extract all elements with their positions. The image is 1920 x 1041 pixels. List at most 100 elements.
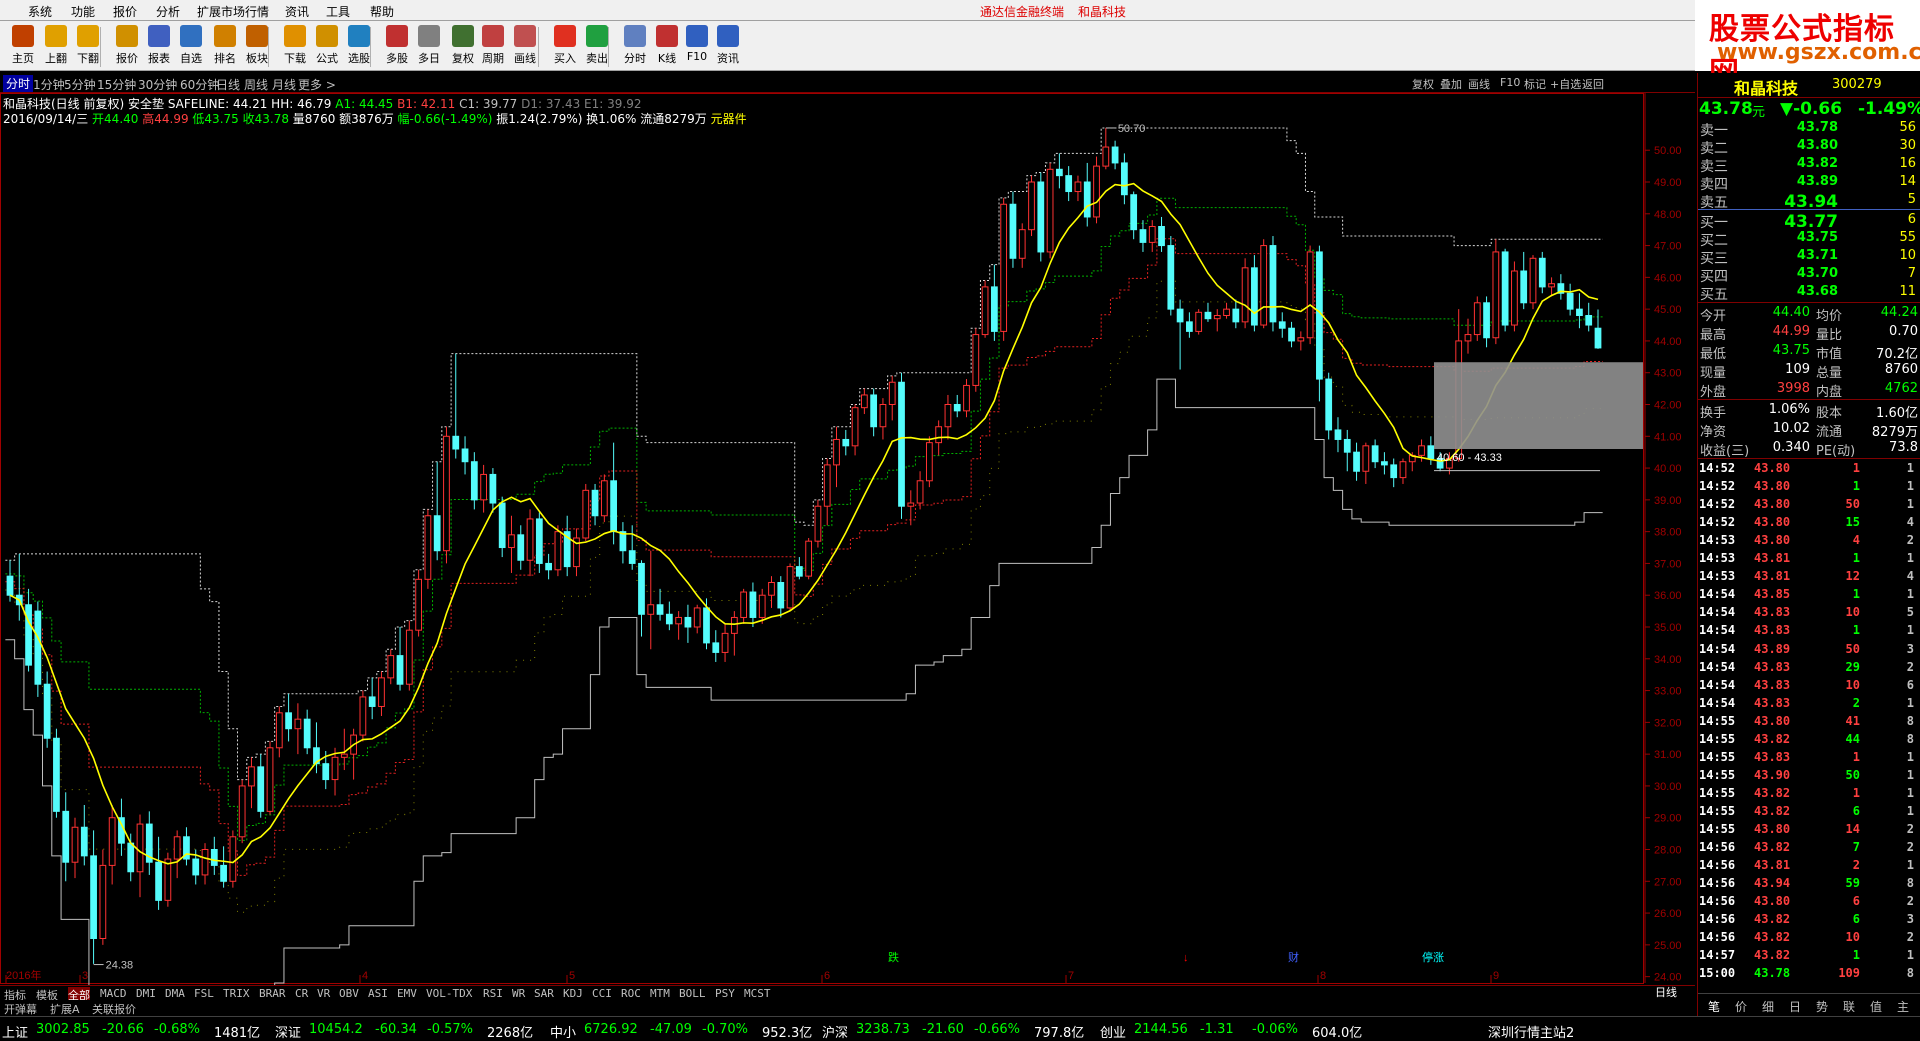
indicator-tab-5[interactable]: DMA <box>165 987 185 1000</box>
tick-row[interactable]: 14:53 43.81 12 4 <box>1698 568 1920 586</box>
indicator-tab-4[interactable]: DMI <box>136 987 156 1000</box>
period-tab-5[interactable]: 60分钟 <box>180 76 219 93</box>
quote-tab-5[interactable]: 联 <box>1843 998 1855 1015</box>
index-value[interactable]: 10454.2 <box>309 1022 363 1037</box>
quote-tab-1[interactable]: 价 <box>1735 998 1747 1015</box>
tick-row[interactable]: 14:54 43.83 10 6 <box>1698 677 1920 695</box>
tick-row[interactable]: 14:55 43.80 14 2 <box>1698 821 1920 839</box>
indicator-tab-3[interactable]: MACD <box>100 987 127 1000</box>
period-tab-4[interactable]: 30分钟 <box>138 76 177 93</box>
chart-tool-6[interactable]: 返回 <box>1582 76 1604 92</box>
tick-row[interactable]: 14:52 43.80 15 4 <box>1698 514 1920 532</box>
tick-row[interactable]: 14:55 43.82 44 8 <box>1698 731 1920 749</box>
indicator-tab-12[interactable]: ASI <box>368 987 388 1000</box>
tick-row[interactable]: 14:55 43.82 6 1 <box>1698 803 1920 821</box>
chart-tool-5[interactable]: +自选 <box>1550 76 1581 92</box>
sector-button[interactable]: 板块 <box>238 25 276 69</box>
menu-function[interactable]: 功能 <box>71 3 95 20</box>
quote-tab-6[interactable]: 值 <box>1870 998 1882 1015</box>
quote-tab-0[interactable]: 笔 <box>1708 998 1720 1015</box>
indicator-tab-17[interactable]: SAR <box>534 987 554 1000</box>
tick-row[interactable]: 14:53 43.80 4 2 <box>1698 532 1920 550</box>
indicator-tab-11[interactable]: OBV <box>339 987 359 1000</box>
period-tab-0[interactable]: 分时 <box>3 75 34 92</box>
chart-tool-0[interactable]: 复权 <box>1412 76 1434 92</box>
quote-tab-3[interactable]: 日 <box>1789 998 1801 1015</box>
menu-system[interactable]: 系统 <box>28 3 52 20</box>
tick-row[interactable]: 14:54 43.83 2 1 <box>1698 695 1920 713</box>
page-down-button[interactable]: 下翻 <box>69 25 107 69</box>
tick-row[interactable]: 14:56 43.80 6 2 <box>1698 893 1920 911</box>
menu-help[interactable]: 帮助 <box>370 3 394 20</box>
tick-row[interactable]: 14:56 43.94 59 8 <box>1698 875 1920 893</box>
kline-chart[interactable]: 50.00 49.00 48.00 47.00 46.00 45.00 44.00 43.00… <box>0 93 1695 1003</box>
tick-row[interactable]: 14:52 43.80 1 1 <box>1698 478 1920 496</box>
stock-select-button[interactable]: 选股 <box>340 25 378 69</box>
indicator-tab-20[interactable]: ROC <box>621 987 641 1000</box>
period-tab-9[interactable]: 更多 > <box>298 76 336 93</box>
indicator-tab-18[interactable]: KDJ <box>563 987 583 1000</box>
menu-analysis[interactable]: 分析 <box>156 3 180 20</box>
index-value[interactable]: 6726.92 <box>584 1022 638 1037</box>
tick-row[interactable]: 14:55 43.90 50 1 <box>1698 767 1920 785</box>
quote-tab-4[interactable]: 势 <box>1816 998 1828 1015</box>
period-tab-2[interactable]: 5分钟 <box>64 76 96 93</box>
indicator-tab-19[interactable]: CCI <box>592 987 612 1000</box>
menu-extended-market[interactable]: 扩展市场行情 <box>197 3 269 20</box>
indicator-tab-21[interactable]: MTM <box>650 987 670 1000</box>
indicator-tab-23[interactable]: PSY <box>715 987 735 1000</box>
tick-row[interactable]: 14:55 43.82 1 1 <box>1698 785 1920 803</box>
tick-row[interactable]: 14:55 43.80 41 8 <box>1698 713 1920 731</box>
tick-row[interactable]: 14:56 43.82 6 3 <box>1698 911 1920 929</box>
menu-quote[interactable]: 报价 <box>113 3 137 20</box>
index-value[interactable]: 3238.73 <box>856 1022 910 1037</box>
menu-tools[interactable]: 工具 <box>326 3 350 20</box>
index-value[interactable]: 2144.56 <box>1134 1022 1188 1037</box>
indicator-tab-22[interactable]: BOLL <box>679 987 706 1000</box>
tick-row[interactable]: 14:52 43.80 50 1 <box>1698 496 1920 514</box>
tick-row[interactable]: 14:54 43.89 50 3 <box>1698 641 1920 659</box>
period-tab-8[interactable]: 月线 <box>272 76 296 93</box>
tick-row[interactable]: 15:00 43.78 109 8 <box>1698 965 1920 983</box>
period-tab-7[interactable]: 周线 <box>244 76 268 93</box>
period-tab-3[interactable]: 15分钟 <box>97 76 136 93</box>
tick-row[interactable]: 14:52 43.80 1 1 <box>1698 460 1920 478</box>
extension-a-tab[interactable]: 扩展A <box>50 1001 80 1017</box>
tick-row[interactable]: 14:54 43.83 1 1 <box>1698 622 1920 640</box>
indicator-tab-15[interactable]: RSI <box>483 987 503 1000</box>
indicator-tab-24[interactable]: MCST <box>744 987 771 1000</box>
quote-tab-7[interactable]: 主 <box>1897 998 1909 1015</box>
index-value[interactable]: 3002.85 <box>36 1022 90 1037</box>
indicator-tab-10[interactable]: VR <box>317 987 330 1000</box>
quote-tab-2[interactable]: 细 <box>1762 998 1774 1015</box>
tick-row[interactable]: 14:56 43.81 2 1 <box>1698 857 1920 875</box>
indicator-tab-7[interactable]: TRIX <box>223 987 250 1000</box>
tick-row[interactable]: 14:54 43.83 10 5 <box>1698 604 1920 622</box>
indicator-tab-14[interactable]: VOL-TDX <box>426 987 472 1000</box>
chart-tool-4[interactable]: 标记 <box>1524 76 1546 92</box>
indicator-tab-13[interactable]: EMV <box>397 987 417 1000</box>
tick-row[interactable]: 14:53 43.81 1 1 <box>1698 550 1920 568</box>
indicator-tab-16[interactable]: WR <box>512 987 525 1000</box>
tick-row[interactable]: 14:55 43.83 1 1 <box>1698 749 1920 767</box>
related-quote-tab[interactable]: 关联报价 <box>92 1001 136 1017</box>
tick-row[interactable]: 14:57 43.82 1 1 <box>1698 947 1920 965</box>
watchlist-button[interactable]: 自选 <box>172 25 210 69</box>
server-name[interactable]: 深圳行情主站2 <box>1488 1022 1574 1041</box>
news-button[interactable]: 资讯 <box>709 25 747 69</box>
period-tab-1[interactable]: 1分钟 <box>33 76 65 93</box>
tick-row[interactable]: 14:56 43.82 10 2 <box>1698 929 1920 947</box>
tick-row[interactable]: 14:56 43.82 7 2 <box>1698 839 1920 857</box>
multi-day-button[interactable]: 多日 <box>410 25 448 69</box>
period-tab-6[interactable]: 日线 <box>216 76 240 93</box>
tick-row[interactable]: 14:54 43.85 1 1 <box>1698 586 1920 604</box>
chart-tool-1[interactable]: 叠加 <box>1440 76 1462 92</box>
indicator-tab-8[interactable]: BRAR <box>259 987 286 1000</box>
menu-news[interactable]: 资讯 <box>285 3 309 20</box>
indicator-tab-9[interactable]: CR <box>295 987 308 1000</box>
sell-button[interactable]: 卖出 <box>578 25 616 69</box>
chart-tool-3[interactable]: F10 <box>1500 76 1520 89</box>
tick-row[interactable]: 14:54 43.83 29 2 <box>1698 659 1920 677</box>
chart-tool-2[interactable]: 画线 <box>1468 76 1490 92</box>
indicator-tab-6[interactable]: FSL <box>194 987 214 1000</box>
